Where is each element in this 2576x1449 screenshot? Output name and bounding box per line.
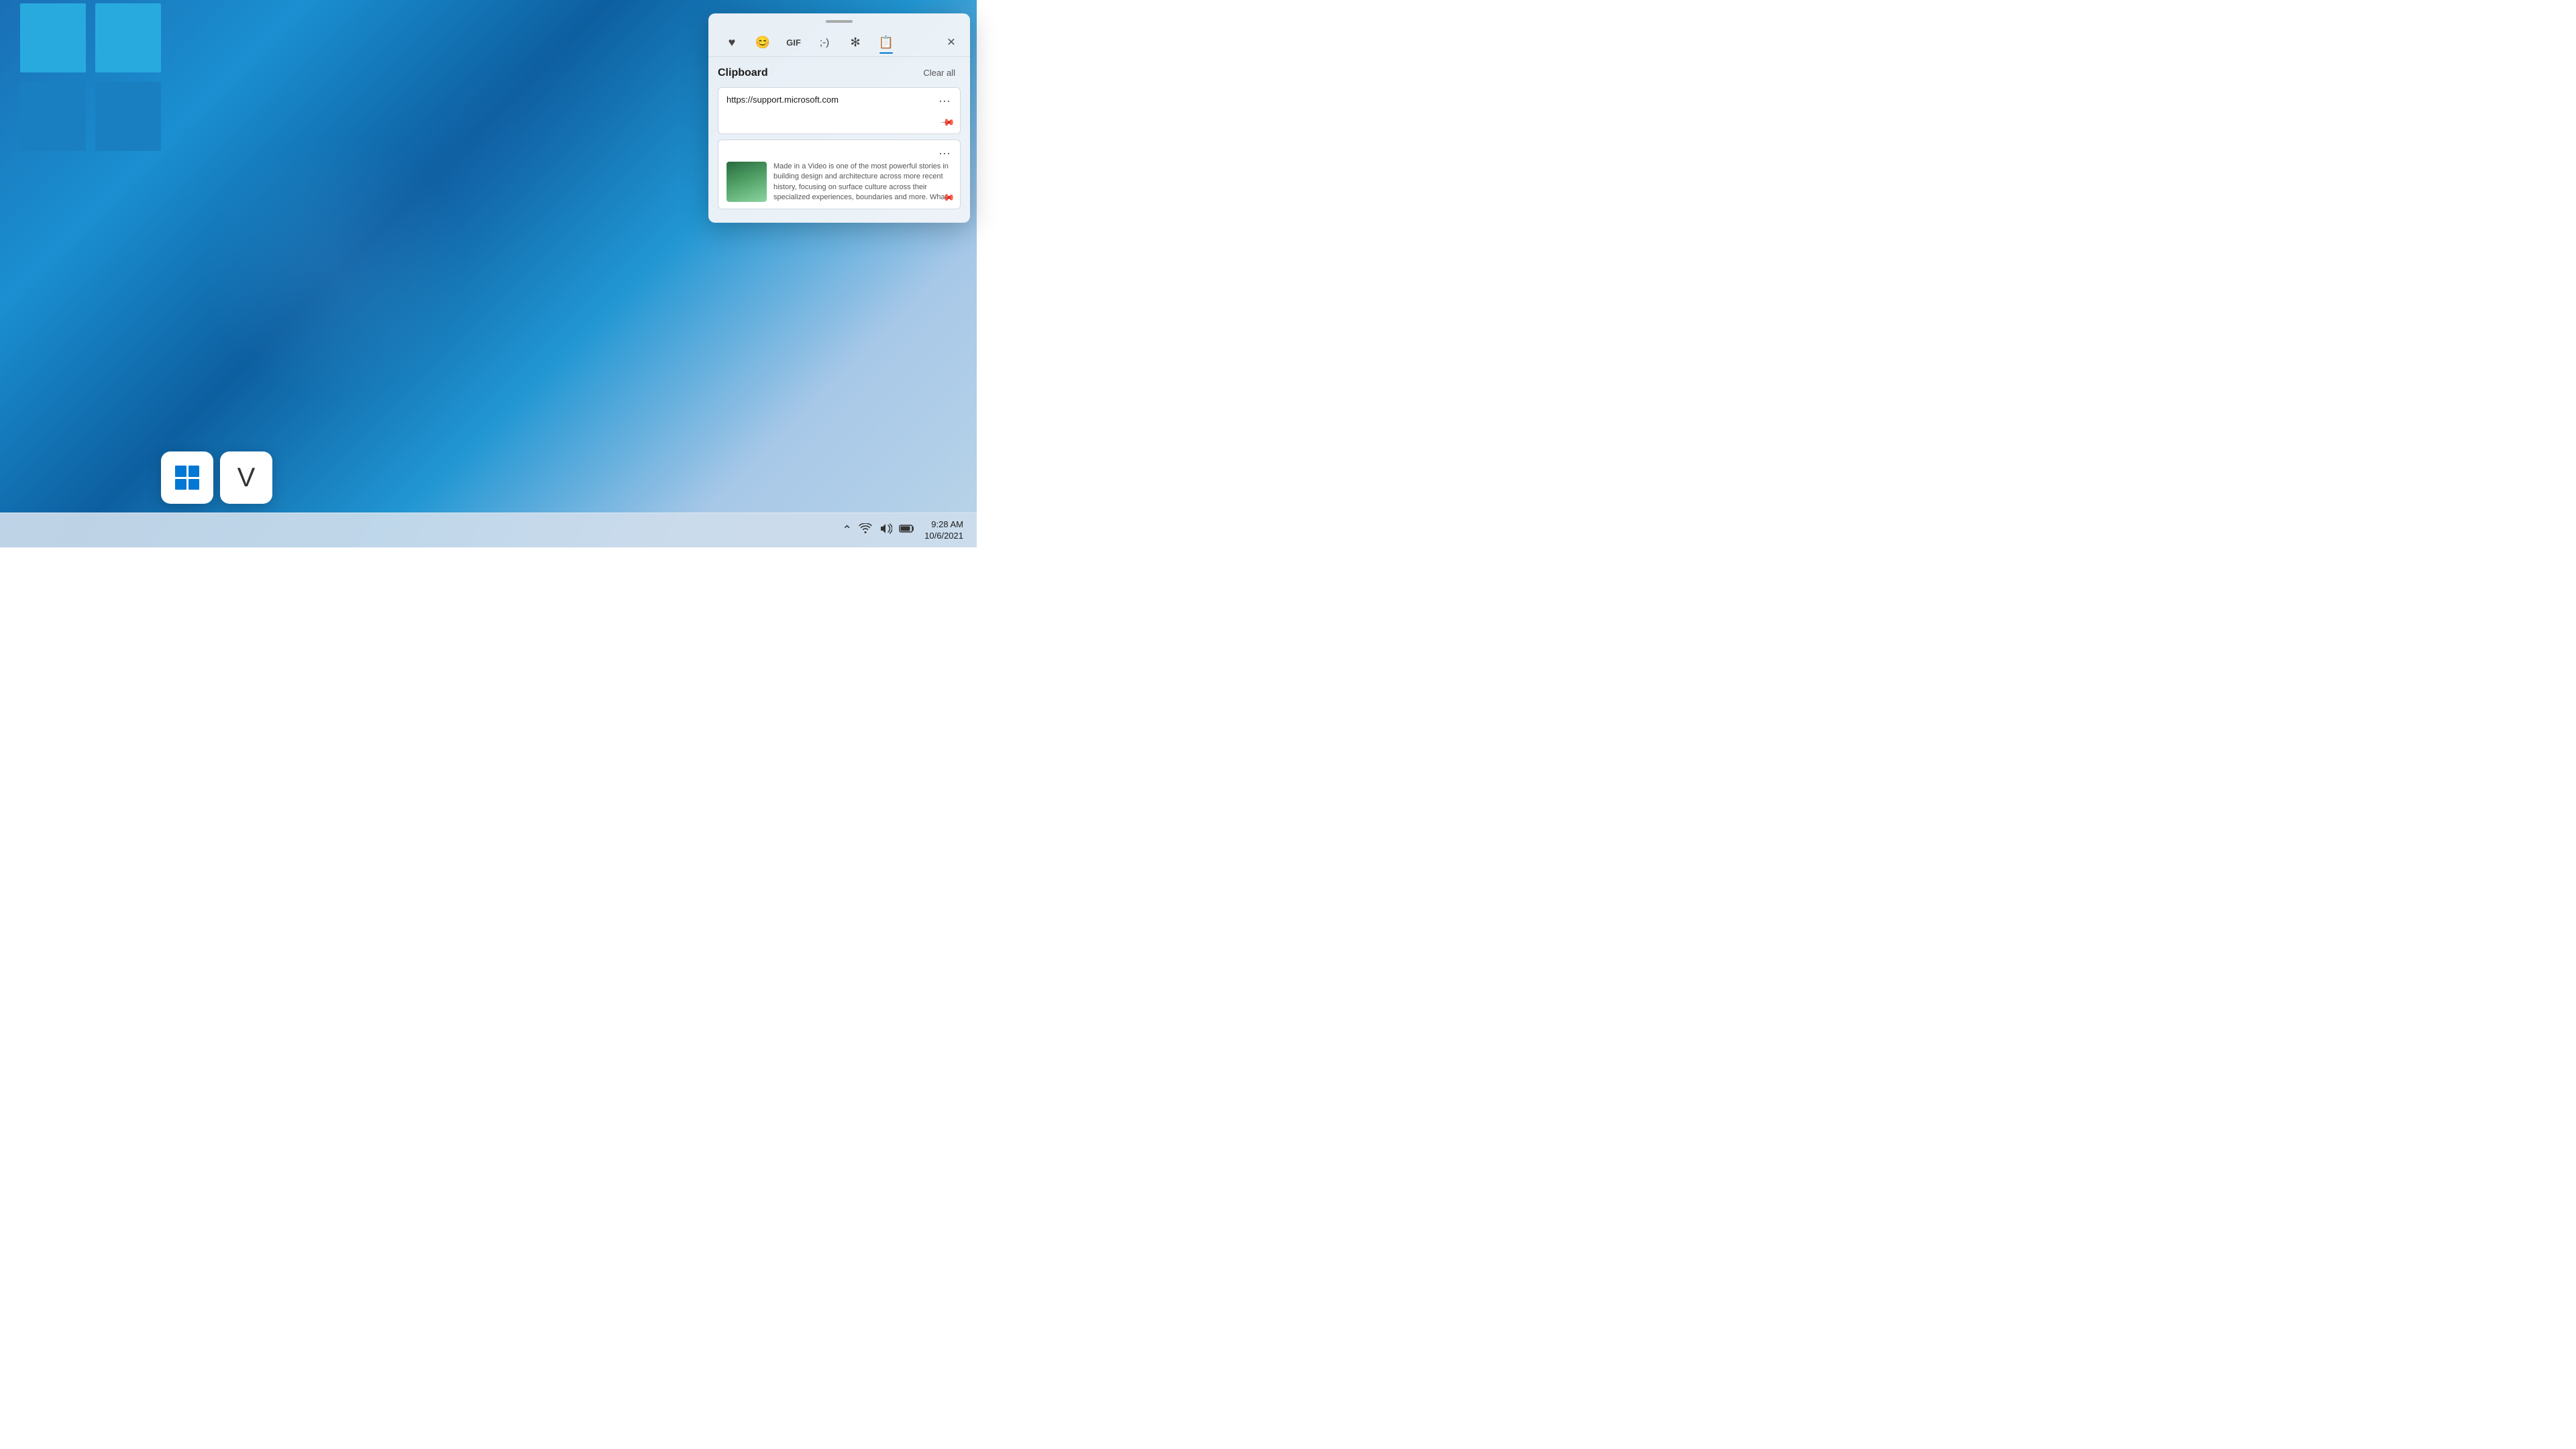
show-hidden-icons-button[interactable]: ⌃ [842,523,852,537]
tab-icons: ♥ 😊 GIF ;-) ✻ [718,30,900,55]
current-time: 9:28 AM [924,519,963,531]
clipboard-item-1[interactable]: https://support.microsoft.com ··· 📌 [718,87,961,134]
desktop: V ♥ 😊 GIF ;-) [0,0,977,547]
win-pane-small-tr [189,466,200,477]
clipboard-item-1-text: https://support.microsoft.com [727,95,937,105]
panel-drag-handle[interactable] [708,13,970,25]
tab-symbols[interactable]: ;-) [810,30,839,55]
clipboard-icon: 📋 [879,36,894,50]
clipboard-panel: ♥ 😊 GIF ;-) ✻ [708,13,970,223]
win-pane-small-tl [175,466,186,477]
clipboard-item-2-body: Made in a Video is one of the most power… [727,162,952,202]
win-pane-tl [20,3,86,72]
volume-icon[interactable] [879,523,892,538]
tab-special[interactable]: ✻ [841,30,869,55]
tab-clipboard[interactable]: 📋 [872,30,900,55]
clipboard-item-2-thumbnail [727,162,767,202]
thumbnail-overlay [727,162,767,202]
tab-gif[interactable]: GIF [780,30,808,55]
shortcut-popup: V [161,451,272,504]
battery-icon[interactable] [899,524,915,537]
drag-bar [826,20,853,23]
win-icon-small [175,466,199,490]
clear-all-button[interactable]: Clear all [918,65,961,80]
win-key-button [161,451,213,504]
win-pane-small-bl [175,479,186,490]
gif-icon: GIF [786,38,801,48]
tab-emoji[interactable]: ♥ [718,30,746,55]
current-date: 10/6/2021 [924,531,963,542]
tab-kaomoji[interactable]: 😊 [749,30,777,55]
emoji-icon: ♥ [729,36,736,50]
close-button[interactable]: ✕ [942,33,961,52]
win-pane-br [95,82,161,151]
clipboard-item-2[interactable]: ··· Made in a Video is one of the most p… [718,140,961,209]
v-key-label: V [237,463,256,493]
panel-content: Clipboard Clear all https://support.micr… [708,57,970,223]
taskbar: ⌃ [0,513,977,547]
special-icon: ✻ [850,36,860,50]
clipboard-item-2-menu[interactable]: ··· [937,147,952,159]
wifi-icon[interactable] [859,523,872,537]
system-tray: ⌃ [842,523,915,538]
clipboard-title: Clipboard [718,67,768,79]
close-icon: ✕ [947,36,955,49]
v-key-button: V [220,451,272,504]
win-pane-small-br [189,479,200,490]
clipboard-item-1-menu[interactable]: ··· [937,95,952,107]
clipboard-header: Clipboard Clear all [718,65,961,80]
windows-logo [20,3,161,151]
symbols-icon: ;-) [820,37,829,48]
clipboard-item-2-preview: Made in a Video is one of the most power… [773,162,952,202]
clipboard-item-1-pin-icon[interactable]: 📌 [939,114,955,130]
clipboard-item-1-header: https://support.microsoft.com ··· [727,95,952,107]
win-pane-bl [20,82,86,151]
panel-header: ♥ 😊 GIF ;-) ✻ [708,25,970,57]
datetime[interactable]: 9:28 AM 10/6/2021 [924,519,963,542]
kaomoji-icon: 😊 [755,36,770,50]
win-pane-tr [95,3,161,72]
taskbar-right: ⌃ [842,519,963,542]
